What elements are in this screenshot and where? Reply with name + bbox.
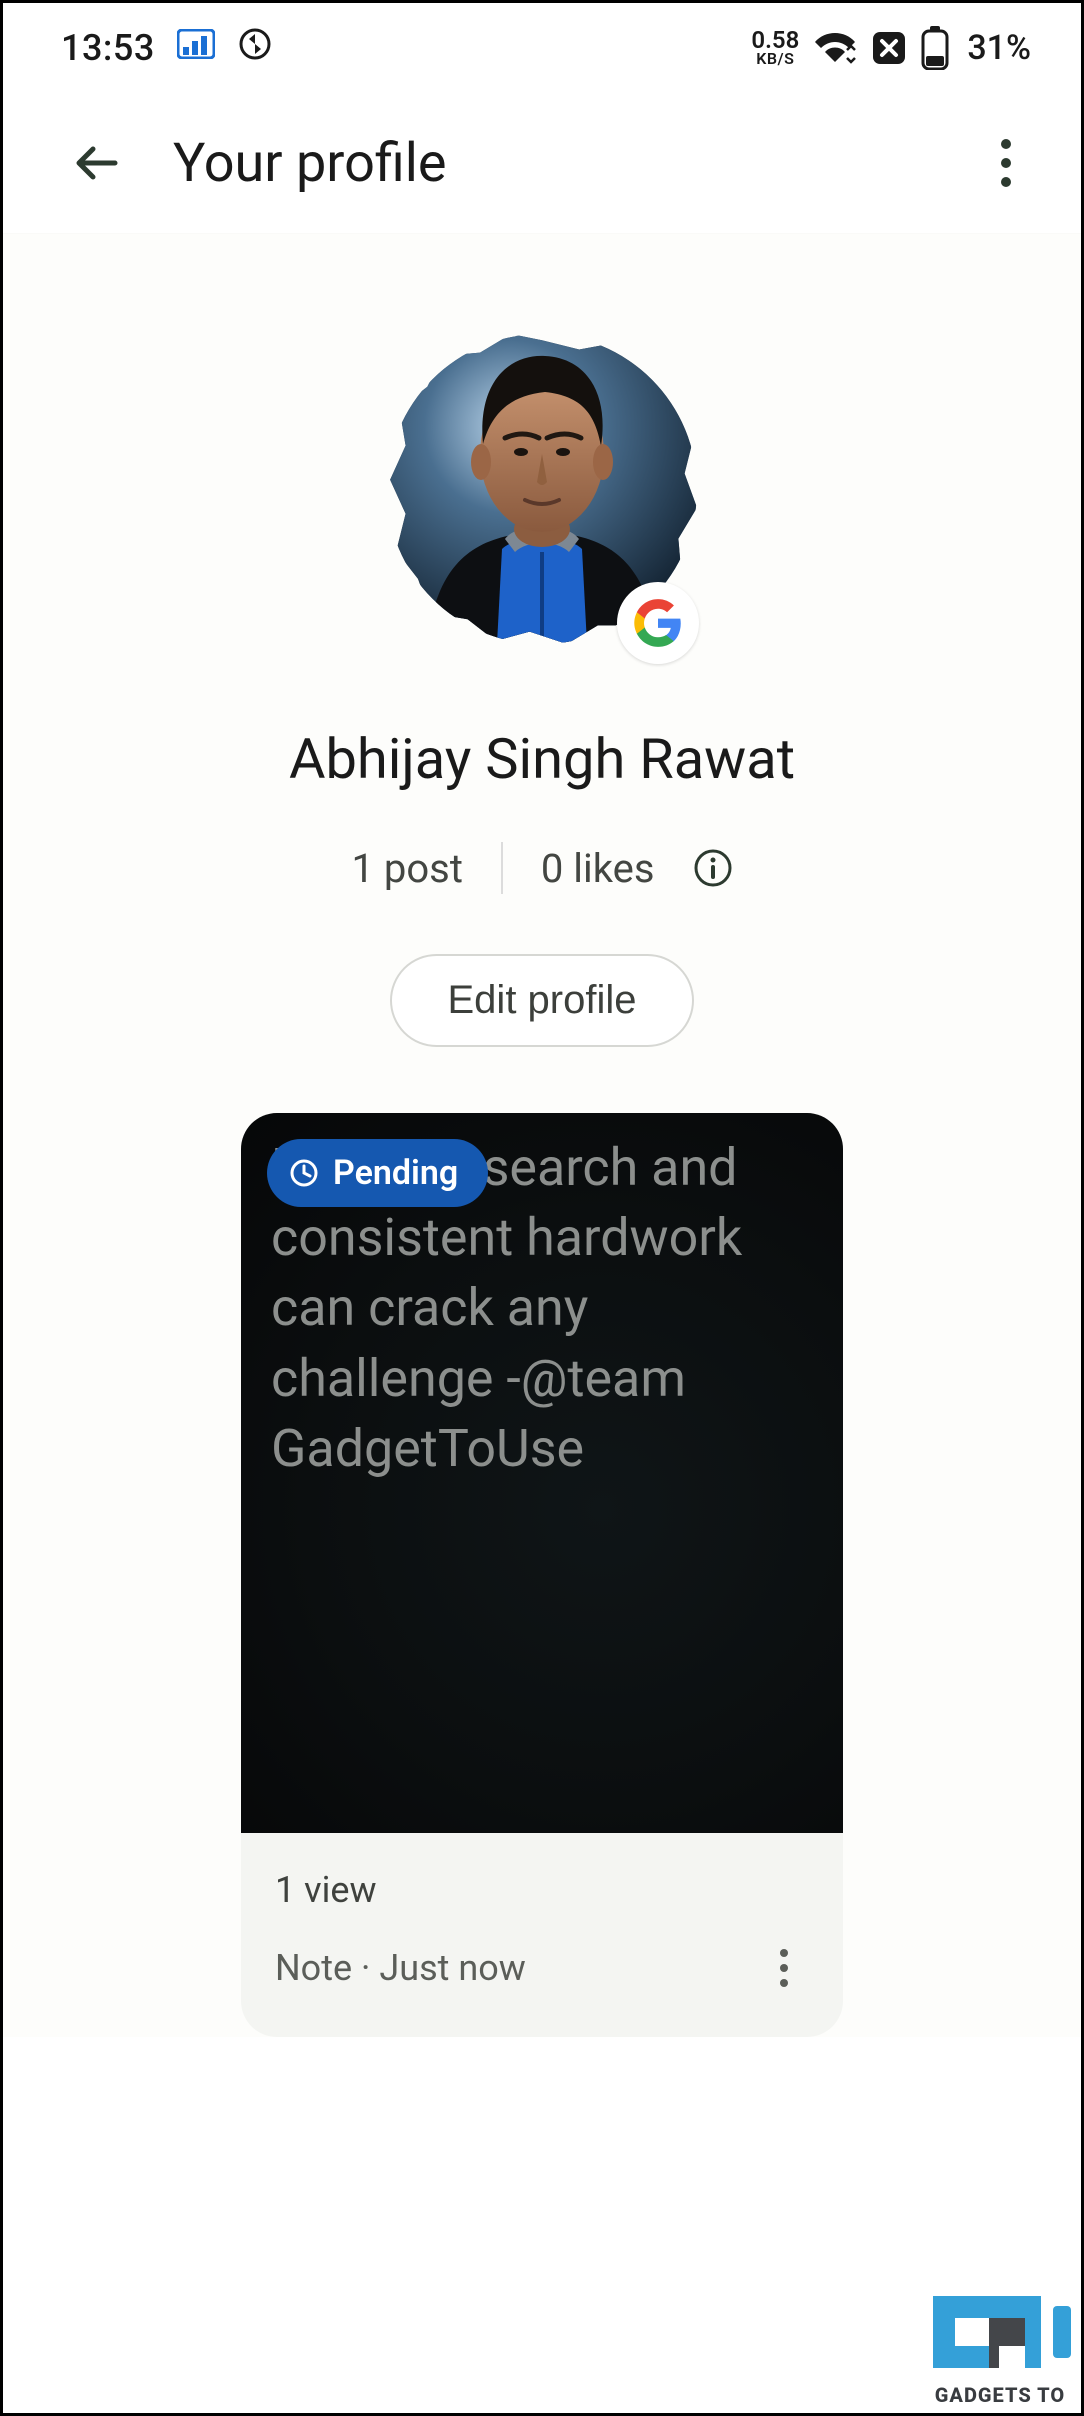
watermark-text: GADGETS TO [935, 2383, 1065, 2407]
profile-stats: 1 post 0 likes [3, 842, 1081, 894]
network-speed-unit: KB/S [756, 52, 794, 66]
post-type: Note [275, 1947, 352, 1989]
back-button[interactable] [63, 128, 133, 198]
sync-icon [237, 26, 273, 71]
arrow-back-icon [71, 136, 125, 190]
post-media: Pending Proper research and consistent h… [241, 1113, 843, 1833]
likes-info-button[interactable] [693, 848, 733, 888]
network-speed: 0.58 KB/S [751, 30, 799, 66]
clock-icon [289, 1158, 319, 1188]
stats-divider [501, 842, 503, 894]
post-overflow-button[interactable] [759, 1943, 809, 1993]
battery-percent: 31% [967, 28, 1031, 68]
status-left: 13:53 [61, 26, 273, 71]
pending-label: Pending [333, 1153, 458, 1193]
post-type-time: Note · Just now [275, 1947, 526, 1989]
pending-badge: Pending [267, 1139, 488, 1207]
status-right: 0.58 KB/S 31% [751, 26, 1031, 70]
watermark-logo [925, 2284, 1075, 2379]
battery-icon [921, 26, 949, 70]
likes-count: 0 likes [541, 845, 655, 892]
edit-profile-button[interactable]: Edit profile [390, 954, 695, 1047]
cast-icon [177, 28, 215, 68]
post-time: Just now [379, 1947, 525, 1989]
app-bar: Your profile [3, 93, 1081, 233]
profile-content: Abhijay Singh Rawat 1 post 0 likes Edit … [3, 233, 1081, 2037]
google-g-icon [632, 597, 684, 649]
post-card[interactable]: Pending Proper research and consistent h… [241, 1113, 843, 2037]
avatar[interactable] [377, 334, 707, 664]
status-bar: 13:53 0.58 KB/S 31% [3, 3, 1081, 93]
google-badge [617, 582, 699, 664]
more-vert-icon [779, 1948, 789, 1988]
page-title: Your profile [173, 132, 971, 195]
no-signal-icon [871, 30, 907, 66]
posts-count: 1 post [352, 845, 463, 892]
watermark: GADGETS TO [925, 2284, 1075, 2407]
wifi-icon [813, 30, 857, 66]
overflow-menu-button[interactable] [971, 128, 1041, 198]
meta-separator: · [361, 1947, 379, 1989]
more-vert-icon [1000, 138, 1012, 188]
post-views: 1 view [275, 1869, 809, 1911]
profile-name: Abhijay Singh Rawat [3, 726, 1081, 792]
post-meta: 1 view Note · Just now [241, 1833, 843, 2037]
info-icon [693, 848, 733, 888]
status-time: 13:53 [61, 27, 155, 69]
